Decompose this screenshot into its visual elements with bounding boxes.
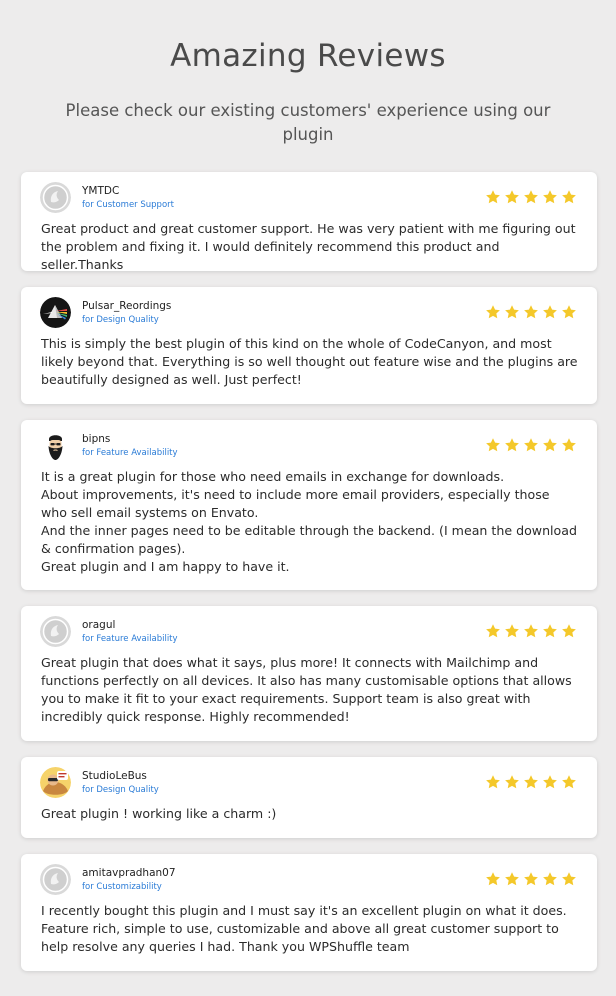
default-avatar-icon [40, 864, 71, 895]
review-text-line: Great plugin and I am happy to have it. [41, 559, 290, 574]
review-text-line: Great plugin ! working like a charm :) [41, 806, 277, 821]
star-icon [524, 775, 538, 789]
review-text: I recently bought this plugin and I must… [41, 902, 579, 956]
star-icon [524, 305, 538, 319]
review-category: for Customizability [82, 882, 162, 892]
review-text: Great plugin ! working like a charm :) [41, 805, 579, 823]
star-icon [486, 438, 500, 452]
author-name: amitavpradhan07 [82, 867, 176, 879]
review-text-line: Great plugin that does what it says, plu… [41, 655, 572, 724]
review-text: It is a great plugin for those who need … [41, 468, 579, 576]
star-icon [543, 624, 557, 638]
bearded-man-avatar-icon [40, 430, 71, 461]
review-text-line: Great product and great customer support… [41, 221, 576, 272]
review-header: StudioLeBus for Design Quality [40, 767, 577, 799]
star-rating [485, 304, 577, 320]
star-icon [543, 305, 557, 319]
star-icon [505, 438, 519, 452]
review-category: for Feature Availability [82, 448, 178, 458]
review-text-line: About improvements, it's need to include… [41, 487, 550, 520]
author-block: StudioLeBus for Design Quality [82, 770, 159, 796]
star-icon [562, 438, 576, 452]
star-icon [505, 190, 519, 204]
star-icon [562, 872, 576, 886]
author-name: bipns [82, 433, 111, 445]
review-text-line: And the inner pages need to be editable … [41, 523, 577, 556]
review-header: Pulsar_Reordings for Design Quality [40, 297, 577, 329]
star-icon [543, 438, 557, 452]
review-header: YMTDC for Customer Support [40, 182, 577, 214]
star-icon [543, 190, 557, 204]
default-avatar-icon [40, 616, 71, 647]
star-icon [486, 775, 500, 789]
author-name: StudioLeBus [82, 770, 147, 782]
star-rating [485, 774, 577, 790]
page-title: Amazing Reviews [170, 38, 446, 74]
review-header: amitavpradhan07 for Customizability [40, 864, 577, 896]
star-icon [486, 305, 500, 319]
review-card: StudioLeBus for Design Quality Great plu… [21, 757, 597, 838]
star-icon [524, 872, 538, 886]
author-name: YMTDC [82, 185, 120, 197]
star-icon [486, 872, 500, 886]
star-icon [524, 190, 538, 204]
star-icon [524, 624, 538, 638]
star-icon [486, 190, 500, 204]
review-text-line: This is simply the best plugin of this k… [41, 336, 578, 387]
review-text: Great plugin that does what it says, plu… [41, 654, 579, 726]
default-avatar-icon [40, 182, 71, 213]
review-category: for Design Quality [82, 315, 159, 325]
page-subtitle: Please check our existing customers' exp… [65, 101, 551, 144]
star-icon [562, 190, 576, 204]
review-text: This is simply the best plugin of this k… [41, 335, 579, 389]
star-icon [505, 872, 519, 886]
author-block: bipns for Feature Availability [82, 433, 178, 459]
review-category: for Design Quality [82, 785, 159, 795]
star-icon [486, 624, 500, 638]
review-card: oragul for Feature Availability Great pl… [21, 606, 597, 741]
prism-avatar-icon [40, 297, 71, 328]
review-card: YMTDC for Customer Support Great product… [21, 172, 597, 274]
review-card: bipns for Feature Availability It is a g… [21, 420, 597, 590]
author-block: YMTDC for Customer Support [82, 185, 174, 211]
author-block: oragul for Feature Availability [82, 619, 178, 645]
author-block: Pulsar_Reordings for Design Quality [82, 300, 171, 326]
star-icon [505, 305, 519, 319]
star-rating [485, 437, 577, 453]
star-icon [562, 624, 576, 638]
review-category: for Customer Support [82, 200, 174, 210]
star-icon [505, 624, 519, 638]
review-header: oragul for Feature Availability [40, 616, 577, 648]
review-text-line: I recently bought this plugin and I must… [41, 903, 567, 954]
author-name: oragul [82, 619, 116, 631]
review-card: amitavpradhan07 for Customizability I re… [21, 854, 597, 971]
star-icon [524, 438, 538, 452]
review-header: bipns for Feature Availability [40, 430, 577, 462]
review-text: Great product and great customer support… [41, 220, 579, 274]
star-icon [562, 775, 576, 789]
review-card: Pulsar_Reordings for Design Quality This… [21, 287, 597, 404]
studio-avatar-icon [40, 767, 71, 798]
star-rating [485, 189, 577, 205]
author-name: Pulsar_Reordings [82, 300, 172, 312]
star-icon [562, 305, 576, 319]
review-category: for Feature Availability [82, 634, 178, 644]
review-text-line: It is a great plugin for those who need … [41, 469, 505, 484]
star-rating [485, 871, 577, 887]
author-block: amitavpradhan07 for Customizability [82, 867, 176, 893]
star-icon [505, 775, 519, 789]
star-icon [543, 872, 557, 886]
star-rating [485, 623, 577, 639]
star-icon [543, 775, 557, 789]
